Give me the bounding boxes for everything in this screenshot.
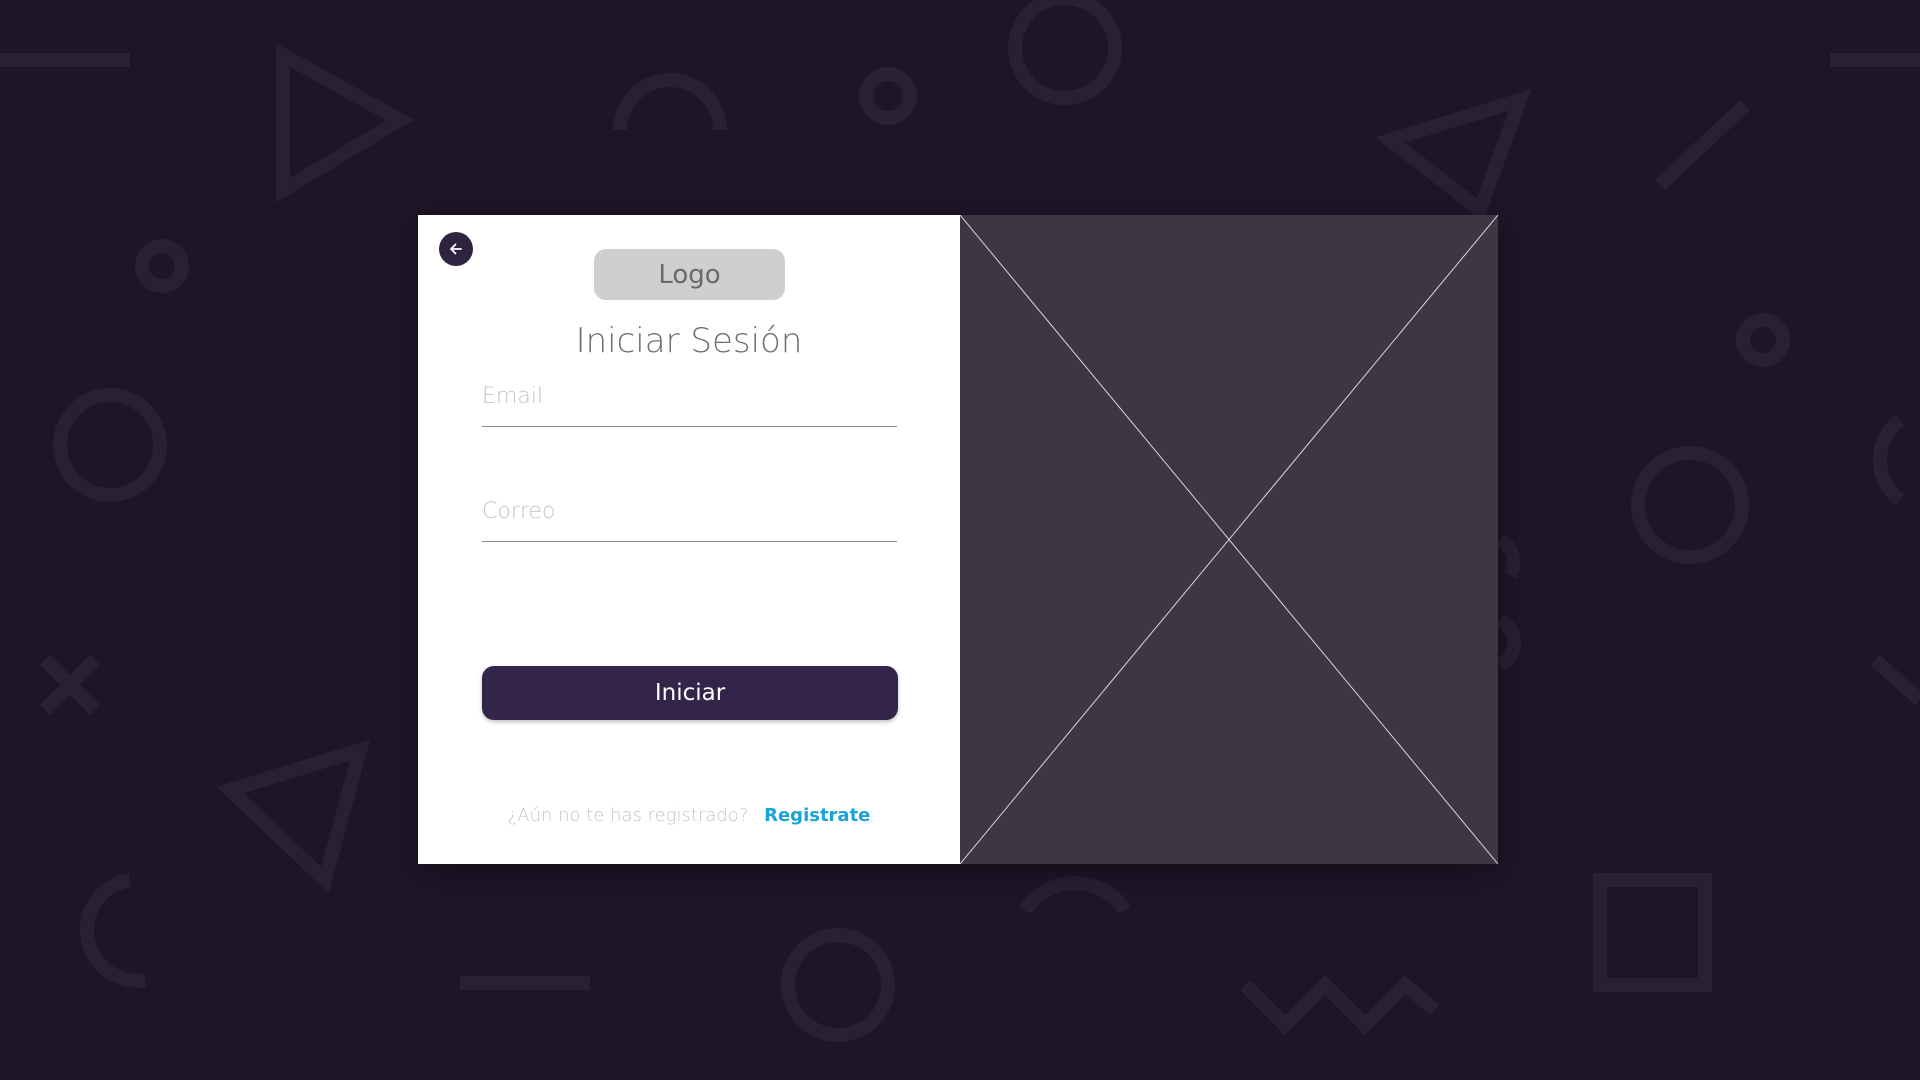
correo-field[interactable] — [482, 482, 897, 542]
logo: Logo — [594, 249, 785, 300]
email-field[interactable] — [482, 367, 897, 427]
login-panel: Logo Iniciar Sesión Iniciar ¿Aún no te h… — [418, 215, 960, 864]
back-button[interactable] — [439, 232, 473, 266]
register-prompt: ¿Aún no te has registrado? Registrate — [418, 805, 960, 826]
image-placeholder-cross — [960, 215, 1498, 864]
iniciar-button[interactable]: Iniciar — [482, 666, 898, 720]
register-link[interactable]: Registrate — [764, 805, 870, 826]
image-placeholder — [960, 215, 1498, 864]
arrow-left-icon — [450, 243, 462, 255]
register-question: ¿Aún no te has registrado? — [507, 805, 749, 826]
login-modal: Logo Iniciar Sesión Iniciar ¿Aún no te h… — [418, 215, 1498, 864]
page-title: Iniciar Sesión — [575, 321, 803, 361]
